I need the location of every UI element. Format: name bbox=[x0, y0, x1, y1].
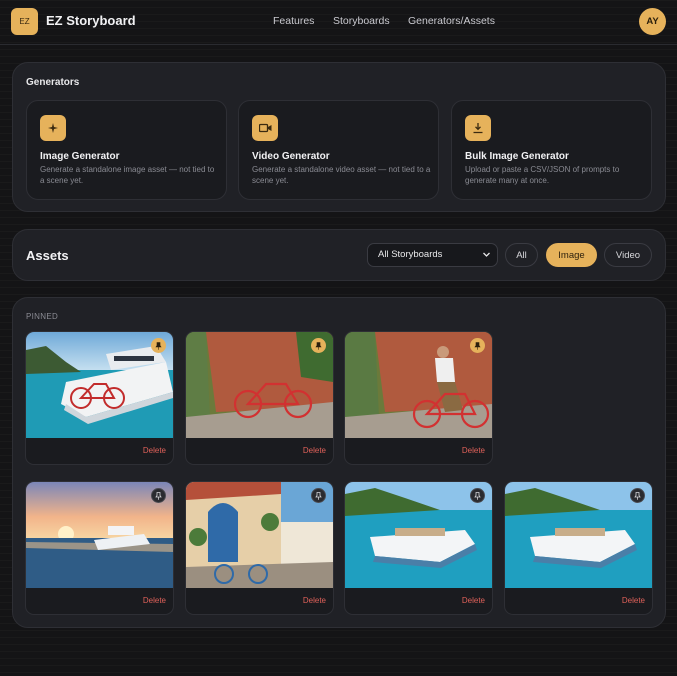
asset-card[interactable]: Delete bbox=[185, 331, 334, 465]
bulk-image-generator-card[interactable]: Bulk Image Generator Upload or paste a C… bbox=[451, 100, 652, 200]
asset-card[interactable]: Delete bbox=[344, 331, 493, 465]
delete-button[interactable]: Delete bbox=[143, 446, 166, 455]
pinned-section-label: PINNED bbox=[26, 312, 59, 321]
logo-text: EZ bbox=[19, 17, 30, 26]
generators-heading: Generators bbox=[26, 77, 80, 88]
pin-icon[interactable] bbox=[151, 338, 166, 353]
app-title[interactable]: EZ Storyboard bbox=[46, 13, 136, 28]
image-generator-title: Image Generator bbox=[40, 151, 120, 162]
video-generator-title: Video Generator bbox=[252, 151, 330, 162]
asset-card[interactable]: Delete bbox=[25, 481, 174, 615]
chevron-down-icon bbox=[483, 252, 490, 257]
pin-icon[interactable] bbox=[470, 338, 485, 353]
storyboard-filter-select[interactable]: All Storyboards bbox=[367, 243, 498, 267]
pin-icon[interactable] bbox=[311, 338, 326, 353]
video-generator-description: Generate a standalone video asset — not … bbox=[252, 165, 431, 185]
delete-button[interactable]: Delete bbox=[622, 596, 645, 605]
filter-video-button[interactable]: Video bbox=[604, 243, 652, 267]
asset-card[interactable]: Delete bbox=[344, 481, 493, 615]
nav-link-storyboards[interactable]: Storyboards bbox=[333, 15, 390, 27]
nav-link-generators-assets[interactable]: Generators/Assets bbox=[408, 15, 495, 27]
video-camera-icon bbox=[252, 115, 278, 141]
assets-toolbar: Assets All Storyboards All Image Video bbox=[12, 229, 666, 281]
filter-image-button[interactable]: Image bbox=[546, 243, 597, 267]
storyboard-filter-value: All Storyboards bbox=[378, 249, 443, 260]
image-generator-description: Generate a standalone image asset — not … bbox=[40, 165, 215, 185]
generators-panel: Generators Image Generator Generate a st… bbox=[12, 62, 666, 212]
bulk-image-generator-title: Bulk Image Generator bbox=[465, 151, 569, 162]
delete-button[interactable]: Delete bbox=[143, 596, 166, 605]
delete-button[interactable]: Delete bbox=[303, 446, 326, 455]
pin-icon[interactable] bbox=[470, 488, 485, 503]
filter-all-button[interactable]: All bbox=[505, 243, 538, 267]
pin-icon[interactable] bbox=[630, 488, 645, 503]
video-generator-card[interactable]: Video Generator Generate a standalone vi… bbox=[238, 100, 439, 200]
app-logo[interactable]: EZ bbox=[11, 8, 38, 35]
delete-button[interactable]: Delete bbox=[303, 596, 326, 605]
delete-button[interactable]: Delete bbox=[462, 446, 485, 455]
download-icon bbox=[465, 115, 491, 141]
assets-grid-panel: PINNED Delete Delete Delete Delete Delet… bbox=[12, 297, 666, 628]
nav-link-features[interactable]: Features bbox=[273, 15, 314, 27]
delete-button[interactable]: Delete bbox=[462, 596, 485, 605]
top-navigation-bar: EZ EZ Storyboard Features Storyboards Ge… bbox=[0, 0, 677, 45]
pin-icon[interactable] bbox=[151, 488, 166, 503]
asset-card[interactable]: Delete bbox=[504, 481, 653, 615]
image-generator-card[interactable]: Image Generator Generate a standalone im… bbox=[26, 100, 227, 200]
sparkle-icon bbox=[40, 115, 66, 141]
pin-icon[interactable] bbox=[311, 488, 326, 503]
bulk-image-generator-description: Upload or paste a CSV/JSON of prompts to… bbox=[465, 165, 620, 185]
asset-card[interactable]: Delete bbox=[25, 331, 174, 465]
asset-card[interactable]: Delete bbox=[185, 481, 334, 615]
assets-heading: Assets bbox=[26, 248, 69, 263]
user-avatar[interactable]: AY bbox=[639, 8, 666, 35]
